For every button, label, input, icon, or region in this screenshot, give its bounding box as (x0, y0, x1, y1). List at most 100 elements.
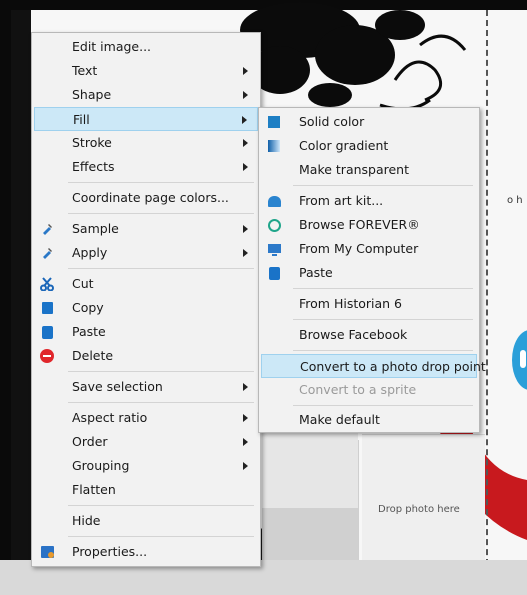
menu-item-effects[interactable]: Effects (34, 155, 258, 179)
submenu-item-label: Browse FOREVER® (299, 217, 420, 232)
submenu-item-label: Browse Facebook (299, 327, 408, 342)
copy-icon (40, 301, 54, 315)
menu-item-text[interactable]: Text (34, 59, 258, 83)
menu-item-label: Fill (73, 112, 90, 127)
menu-separator (68, 213, 254, 214)
menu-separator (68, 268, 254, 269)
menu-item-label: Effects (72, 159, 115, 174)
submenu-arrow-icon (243, 383, 248, 391)
submenu-item-make-default[interactable]: Make default (261, 408, 477, 432)
submenu-item-convert-photo-drop-point[interactable]: Convert to a photo drop point (261, 354, 486, 378)
menu-item-copy[interactable]: Copy (34, 296, 258, 320)
submenu-item-from-my-computer[interactable]: From My Computer (261, 237, 477, 261)
menu-item-label: Coordinate page colors... (72, 190, 229, 205)
menu-separator (68, 182, 254, 183)
info-circle-glyph (520, 350, 526, 368)
drop-photo-edge-label: o h (507, 195, 523, 206)
gradient-icon (267, 139, 281, 153)
menu-separator (293, 350, 473, 351)
submenu-item-from-art-kit[interactable]: From art kit... (261, 189, 477, 213)
submenu-item-from-historian[interactable]: From Historian 6 (261, 292, 477, 316)
menu-item-apply[interactable]: Apply (34, 241, 258, 265)
menu-item-hide[interactable]: Hide (34, 509, 258, 533)
menu-item-label: Save selection (72, 379, 163, 394)
submenu-arrow-icon (243, 438, 248, 446)
menu-separator (68, 536, 254, 537)
submenu-item-label: Convert to a sprite (299, 382, 417, 397)
menu-separator (68, 371, 254, 372)
submenu-item-convert-sprite: Convert to a sprite (261, 378, 477, 402)
fill-submenu: Solid color Color gradient Make transpar… (258, 107, 486, 433)
submenu-item-label: From My Computer (299, 241, 419, 256)
art-kit-icon (267, 194, 281, 208)
paste-icon (267, 266, 281, 280)
menu-item-properties[interactable]: Properties... (34, 540, 258, 564)
menu-separator (293, 288, 473, 289)
menu-item-label: Aspect ratio (72, 410, 148, 425)
submenu-item-label: Convert to a photo drop point (300, 359, 486, 374)
drop-photo-label: Drop photo here (378, 504, 460, 515)
menu-item-label: Apply (72, 245, 108, 260)
solid-color-icon (267, 115, 281, 129)
menu-item-sample[interactable]: Sample (34, 217, 258, 241)
menu-separator (68, 402, 254, 403)
submenu-item-label: Make transparent (299, 162, 410, 177)
submenu-item-paste[interactable]: Paste (261, 261, 477, 285)
submenu-item-label: From art kit... (299, 193, 384, 208)
submenu-item-label: Solid color (299, 114, 365, 129)
submenu-arrow-icon (243, 414, 248, 422)
submenu-arrow-icon (243, 462, 248, 470)
menu-item-label: Hide (72, 513, 101, 528)
menu-item-label: Paste (72, 324, 106, 339)
computer-icon (267, 242, 281, 256)
menu-item-label: Text (72, 63, 98, 78)
menu-separator (68, 505, 254, 506)
properties-icon (40, 545, 54, 559)
menu-item-label: Delete (72, 348, 114, 363)
menu-item-save-selection[interactable]: Save selection (34, 375, 258, 399)
menu-item-label: Order (72, 434, 108, 449)
menu-item-coordinate-page-colors[interactable]: Coordinate page colors... (34, 186, 258, 210)
menu-item-aspect-ratio[interactable]: Aspect ratio (34, 406, 258, 430)
menu-item-label: Shape (72, 87, 112, 102)
menu-separator (293, 185, 473, 186)
submenu-item-label: From Historian 6 (299, 296, 402, 311)
submenu-arrow-icon (243, 249, 248, 257)
menu-item-shape[interactable]: Shape (34, 83, 258, 107)
submenu-item-color-gradient[interactable]: Color gradient (261, 134, 477, 158)
dashed-guide-line (486, 10, 488, 595)
menu-item-label: Stroke (72, 135, 112, 150)
submenu-arrow-icon (243, 225, 248, 233)
submenu-arrow-icon (243, 91, 248, 99)
menu-item-label: Grouping (72, 458, 130, 473)
submenu-item-solid-color[interactable]: Solid color (261, 110, 477, 134)
submenu-item-browse-forever[interactable]: Browse FOREVER® (261, 213, 477, 237)
menu-item-order[interactable]: Order (34, 430, 258, 454)
submenu-arrow-icon (243, 67, 248, 75)
submenu-item-label: Color gradient (299, 138, 389, 153)
menu-item-fill[interactable]: Fill (34, 107, 258, 131)
delete-icon (40, 349, 54, 363)
menu-item-label: Edit image... (72, 39, 152, 54)
menu-item-label: Flatten (72, 482, 116, 497)
menu-item-grouping[interactable]: Grouping (34, 454, 258, 478)
menu-item-flatten[interactable]: Flatten (34, 478, 258, 502)
menu-item-label: Sample (72, 221, 119, 236)
menu-separator (293, 319, 473, 320)
submenu-arrow-icon (243, 163, 248, 171)
menu-item-stroke[interactable]: Stroke (34, 131, 258, 155)
menu-item-paste[interactable]: Paste (34, 320, 258, 344)
menu-item-label: Copy (72, 300, 104, 315)
submenu-item-label: Make default (299, 412, 380, 427)
submenu-arrow-icon (242, 116, 247, 124)
scissors-icon (40, 277, 54, 291)
submenu-item-make-transparent[interactable]: Make transparent (261, 158, 477, 182)
eyedropper-icon (40, 246, 54, 260)
context-menu: Edit image... Text Shape Fill Stroke Eff… (31, 32, 261, 567)
submenu-item-label: Paste (299, 265, 333, 280)
menu-item-label: Properties... (72, 544, 148, 559)
menu-item-delete[interactable]: Delete (34, 344, 258, 368)
menu-item-edit-image[interactable]: Edit image... (34, 35, 258, 59)
menu-item-cut[interactable]: Cut (34, 272, 258, 296)
submenu-item-browse-facebook[interactable]: Browse Facebook (261, 323, 477, 347)
